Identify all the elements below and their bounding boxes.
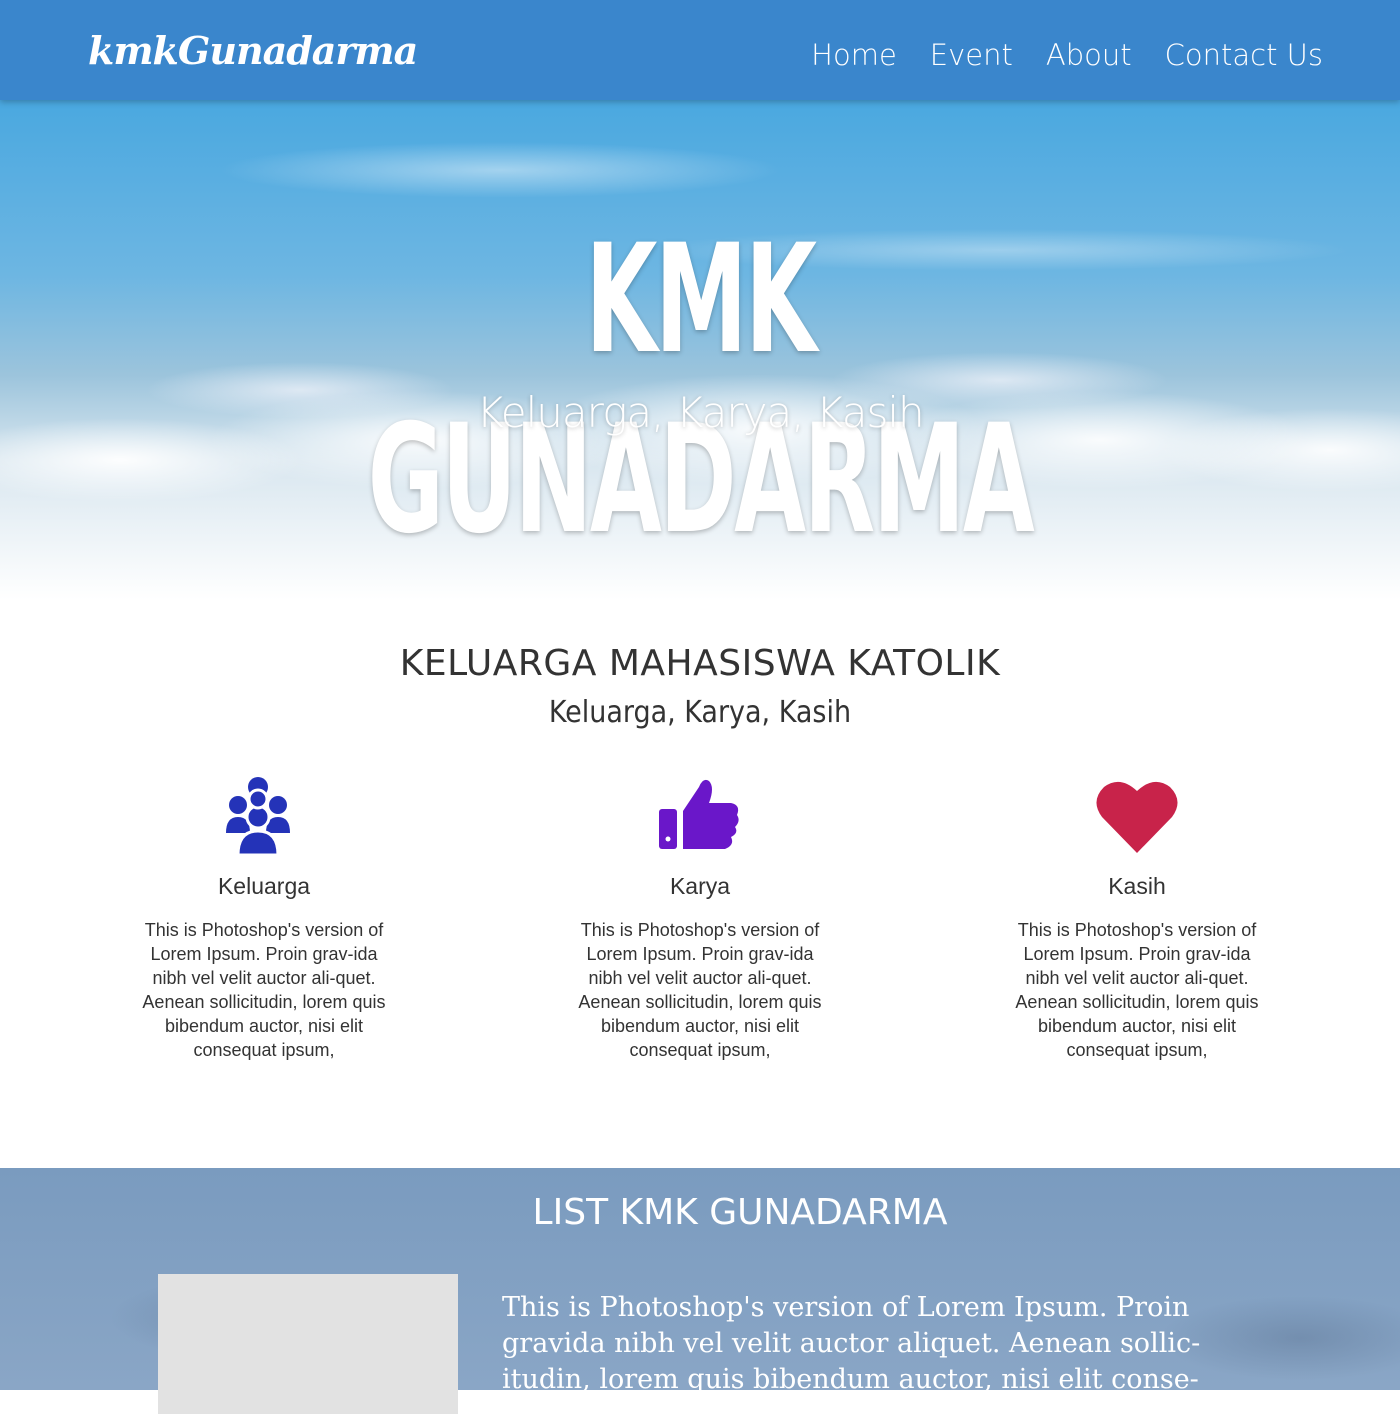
list-image-placeholder — [158, 1274, 458, 1414]
list-section: LIST KMK GUNADARMA This is Photoshop's v… — [0, 1168, 1400, 1414]
hero-subtitle: Keluarga, Karya, Kasih — [476, 388, 924, 437]
navbar: kmkGunadarma Home Event About Contact Us — [0, 0, 1400, 100]
nav-link-home[interactable]: Home — [811, 38, 897, 72]
about-heading: KELUARGA MAHASISWA KATOLIK — [399, 643, 1001, 684]
nav-link-contact-us[interactable]: Contact Us — [1165, 38, 1323, 72]
feature-text: This is Photoshop's version of Lorem Ips… — [1015, 920, 1259, 1060]
feature-title: Karya — [669, 873, 731, 899]
feature-title: Keluarga — [217, 873, 311, 899]
feature-kasih: Kasih This is Photoshop's version of Lor… — [1007, 775, 1267, 1062]
main-nav: Home Event About Contact Us — [811, 38, 1323, 72]
feature-karya: Karya This is Photoshop's version of Lor… — [570, 775, 830, 1062]
heart-icon — [1096, 781, 1178, 853]
about-subheading: Keluarga, Karya, Kasih — [548, 695, 852, 730]
thumbs-up-icon — [659, 779, 739, 849]
list-heading: LIST KMK GUNADARMA — [532, 1192, 948, 1233]
feature-text: This is Photoshop's version of Lorem Ips… — [142, 920, 386, 1060]
feature-text: This is Photoshop's version of Lorem Ips… — [578, 920, 822, 1060]
users-icon — [226, 777, 290, 857]
nav-link-about[interactable]: About — [1046, 38, 1132, 72]
feature-keluarga: Keluarga This is Photoshop's version of … — [134, 775, 394, 1062]
feature-title: Kasih — [1108, 873, 1166, 899]
site-logo[interactable]: kmkGunadarma — [88, 28, 418, 73]
nav-link-event[interactable]: Event — [930, 38, 1013, 72]
hero-banner: KMK GUNADARMA Keluarga, Karya, Kasih — [0, 100, 1400, 600]
list-text: This is Photoshop's version of Lorem Ips… — [502, 1292, 1201, 1395]
